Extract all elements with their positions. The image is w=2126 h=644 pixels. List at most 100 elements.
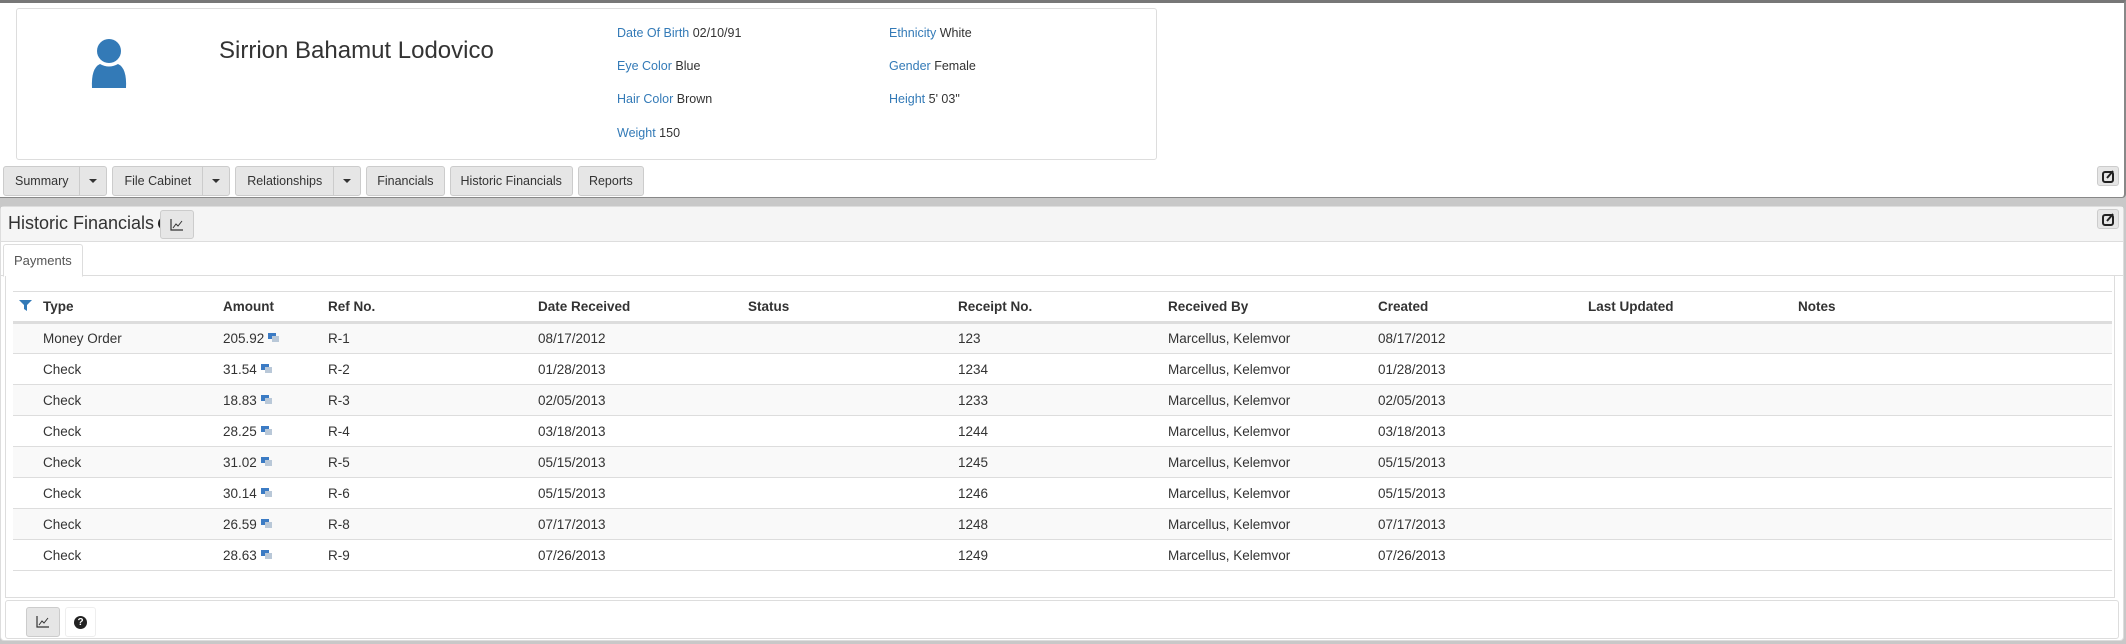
filter-toggle[interactable]: [13, 291, 43, 324]
cell-text: Marcellus, Kelemvor: [1168, 392, 1291, 408]
details-icon[interactable]: [268, 333, 280, 342]
column-header-created[interactable]: Created: [1378, 291, 1588, 324]
cell-text: 28.25: [223, 423, 257, 439]
chart-button[interactable]: [160, 210, 194, 239]
footer-chart-button[interactable]: [26, 607, 60, 637]
cell-created: 05/15/2013: [1378, 477, 1588, 509]
table-row[interactable]: Check 28.25 R-4 03/18/2013 1244 Marcellus, Ke…: [13, 415, 2112, 447]
column-header-notes[interactable]: Notes: [1798, 291, 2112, 324]
cell-text: Check: [43, 516, 82, 532]
detail-label: Gender: [889, 59, 931, 73]
details-icon[interactable]: [260, 549, 273, 559]
column-header-receipt-no[interactable]: Receipt No.: [958, 291, 1168, 324]
table-row[interactable]: Check 18.83 R-3 02/05/2013 1233 Marcellus, Ke…: [13, 384, 2112, 416]
summary-dropdown-toggle[interactable]: [80, 167, 106, 195]
table-row[interactable]: Check 31.02 R-5 05/15/2013 1245 Marcellus, Ke…: [13, 446, 2112, 478]
row-spacer: [13, 477, 43, 509]
column-header-date-received[interactable]: Date Received: [538, 291, 748, 324]
cell-text: R-9: [328, 547, 350, 563]
cell-notes: [1798, 322, 2112, 354]
row-spacer: [13, 415, 43, 447]
cell-ref-no: R-4: [328, 415, 538, 447]
details-icon[interactable]: [260, 425, 273, 435]
details-icon[interactable]: [260, 456, 273, 466]
column-header-amount[interactable]: Amount: [223, 291, 328, 324]
details-icon[interactable]: [260, 518, 273, 528]
edit-panel-button[interactable]: [2097, 209, 2119, 229]
tab-payments[interactable]: Payments: [3, 244, 83, 277]
cell-text: Check: [43, 361, 82, 377]
cell-status: [748, 539, 958, 571]
detail-ethnicity: Ethnicity White: [889, 26, 972, 40]
cell-text: 1245: [958, 454, 989, 470]
cell-text: 1233: [958, 392, 989, 408]
cell-ref-no: R-2: [328, 353, 538, 385]
edit-icon: [2101, 212, 2114, 226]
cell-text: Marcellus, Kelemvor: [1168, 485, 1291, 501]
caret-down-icon: [343, 179, 352, 183]
footer-help-button[interactable]: ?: [65, 607, 96, 637]
cell-type: Money Order: [43, 322, 223, 354]
detail-label: Height: [889, 92, 926, 106]
column-header-received-by[interactable]: Received By: [1168, 291, 1378, 324]
cell-text: 07/26/2013: [538, 547, 606, 563]
cell-text: 07/26/2013: [1378, 547, 1446, 563]
table-row[interactable]: Money Order 205.92 R-1 08/17/2012 123 Marcell…: [13, 322, 2112, 354]
payments-table: Type Amount Ref No. Date Received Status…: [13, 291, 2112, 571]
cell-text: R-6: [328, 485, 350, 501]
tab-reports[interactable]: Reports: [577, 166, 644, 196]
column-header-last-updated[interactable]: Last Updated: [1588, 291, 1798, 324]
file-cabinet-dropdown-toggle[interactable]: [203, 167, 229, 195]
table-row[interactable]: Check 26.59 R-8 07/17/2013 1248 Marcellus, Ke…: [13, 508, 2112, 540]
cell-text: 1234: [958, 361, 989, 377]
table-row[interactable]: Check 30.14 R-6 05/15/2013 1246 Marcellus, Ke…: [13, 477, 2112, 509]
cell-created: 03/18/2013: [1378, 415, 1588, 447]
cell-text: 123: [958, 331, 981, 346]
table-row[interactable]: Check 31.54 R-2 01/28/2013 1234 Marcellus, Ke…: [13, 353, 2112, 385]
cell-received-by: Marcellus, Kelemvor: [1168, 508, 1378, 540]
person-card: Sirrion Bahamut Lodovico Date Of Birth 0…: [16, 8, 1157, 160]
tab-file-cabinet[interactable]: File Cabinet: [113, 167, 204, 195]
cell-text: 205.92: [223, 331, 265, 346]
cell-status: [748, 446, 958, 478]
cell-text: 26.59: [223, 516, 257, 532]
tab-summary[interactable]: Summary: [4, 167, 81, 195]
column-header-status[interactable]: Status: [748, 291, 958, 324]
table-row[interactable]: Check 28.63 R-9 07/26/2013 1249 Marcellus, Ke…: [13, 539, 2112, 571]
cell-receipt-no: 1245: [958, 446, 1168, 478]
cell-type: Check: [43, 353, 223, 385]
cell-received-by: Marcellus, Kelemvor: [1168, 415, 1378, 447]
cell-text: R-2: [328, 361, 350, 377]
cell-text: 05/15/2013: [538, 454, 606, 470]
cell-type: Check: [43, 539, 223, 571]
cell-last-updated: [1588, 384, 1798, 416]
detail-label: Weight: [617, 126, 656, 140]
tab-financials[interactable]: Financials: [366, 166, 445, 196]
panel-footer: ?: [5, 600, 2119, 639]
column-header-ref-no[interactable]: Ref No.: [328, 291, 538, 324]
cell-text: R-1: [328, 331, 350, 346]
cell-received-by: Marcellus, Kelemvor: [1168, 322, 1378, 354]
edit-header-button[interactable]: [2097, 166, 2119, 186]
cell-text: Money Order: [43, 331, 122, 346]
user-avatar-icon: [91, 39, 127, 88]
tab-historic-financials[interactable]: Historic Financials: [449, 166, 573, 196]
tab-relationships[interactable]: Relationships: [236, 167, 335, 195]
cell-text: 08/17/2012: [1378, 331, 1446, 346]
details-icon[interactable]: [260, 487, 273, 497]
cell-ref-no: R-8: [328, 508, 538, 540]
cell-text: 31.02: [223, 454, 257, 470]
detail-value: 5' 03": [928, 92, 960, 106]
relationships-dropdown-toggle[interactable]: [334, 167, 360, 195]
cell-received-by: Marcellus, Kelemvor: [1168, 477, 1378, 509]
cell-text: 1244: [958, 423, 989, 439]
cell-text: Marcellus, Kelemvor: [1168, 361, 1291, 377]
cell-date-received: 08/17/2012: [538, 322, 748, 354]
cell-last-updated: [1588, 477, 1798, 509]
details-icon[interactable]: [260, 394, 273, 404]
tab-file-cabinet-group: File Cabinet: [112, 166, 231, 196]
cell-received-by: Marcellus, Kelemvor: [1168, 539, 1378, 571]
details-icon[interactable]: [260, 363, 273, 373]
column-header-type[interactable]: Type: [43, 291, 223, 324]
cell-created: 07/26/2013: [1378, 539, 1588, 571]
